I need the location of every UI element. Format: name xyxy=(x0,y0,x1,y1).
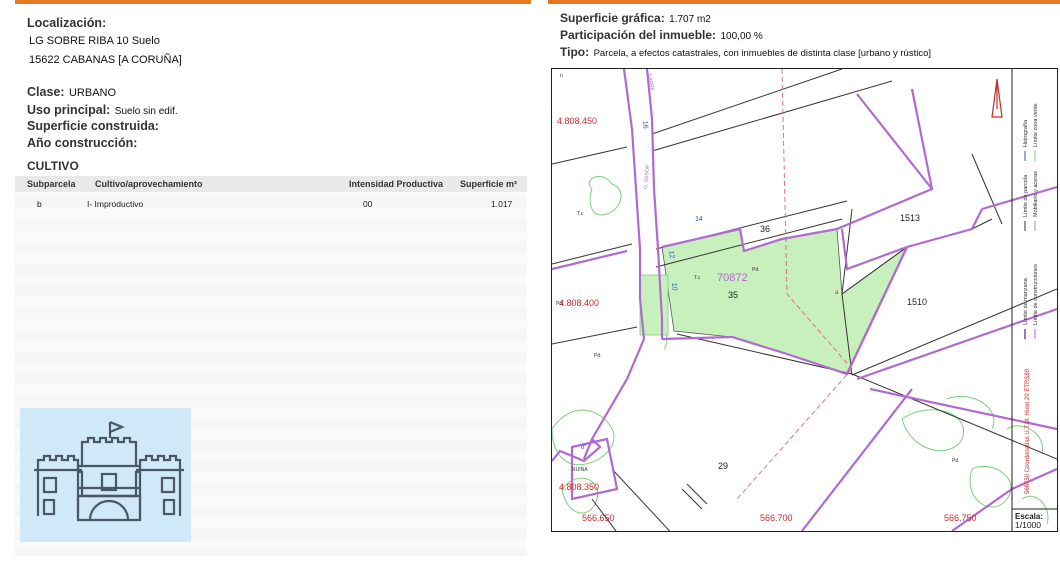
label-12: 12 xyxy=(667,250,675,259)
parcel-small-fill xyxy=(639,274,669,336)
label-pd3: Pd. xyxy=(556,301,564,307)
legend-mobiliario: Mobiliario y aceras xyxy=(1033,171,1039,217)
label-1513: 1513 xyxy=(900,213,920,223)
label-te2: T.c xyxy=(577,211,584,217)
clase-value: URBANO xyxy=(68,87,117,99)
coord-y2: 4.808.400 xyxy=(559,298,599,308)
cadastral-map: 4.808.450 4.808.400 4.808.350 566.650 56… xyxy=(551,68,1058,532)
legend-parcela: Límite de parcela xyxy=(1023,174,1029,217)
label-pd1: Pd. xyxy=(752,267,760,273)
tipo-label: Tipo: xyxy=(560,45,590,59)
legend-zona-verde: Límite zona verde xyxy=(1033,103,1039,147)
coord-x3: 566.750 xyxy=(944,513,977,523)
col-subparcela: Subparcela xyxy=(27,179,76,189)
superficie-grafica-label: Superficie gráfica: xyxy=(560,11,665,25)
uso-label: Uso principal: xyxy=(27,103,111,117)
label-1510: 1510 xyxy=(907,297,927,307)
coord-x1: 566.650 xyxy=(582,513,615,523)
coord-y1: 4.808.450 xyxy=(557,116,597,126)
scale-value: 1/1000 xyxy=(1015,520,1041,530)
col-intensidad: Intensidad Productiva xyxy=(349,179,444,189)
clase-row: Clase: URBANO xyxy=(27,83,116,101)
parcel-number-70872: 70872 xyxy=(717,272,748,284)
participacion-value: 100,00 % xyxy=(720,31,763,42)
cultivo-title: CULTIVO xyxy=(27,159,79,173)
cell-superficie: 1.017 xyxy=(491,199,513,209)
localizacion-label: Localización: xyxy=(27,16,107,30)
col-cultivo: Cultivo/aprovechamiento xyxy=(95,179,203,189)
tipo-value: Parcela, a efectos catastrales, con inmu… xyxy=(593,48,931,59)
label-pd4: Pd. xyxy=(952,458,960,464)
table-header: Subparcela Cultivo/aprovechamiento Inten… xyxy=(15,176,527,192)
legend-construcciones: Límite de construcciones xyxy=(1033,264,1039,325)
label-35: 35 xyxy=(728,290,738,300)
legend-utm: 566750 Coordenadas U.T.M. Huso 29 ETRS89 xyxy=(1025,368,1031,494)
cell-intensidad: 00 xyxy=(363,199,373,209)
coord-y3: 4.808.350 xyxy=(559,482,599,492)
superficie-grafica-value: 1.707 m2 xyxy=(669,14,711,25)
label-ruina: RUINA xyxy=(572,467,588,473)
label-street: O. SRSOP xyxy=(643,164,651,189)
address-line1: LG SOBRE RIBA 10 Suelo xyxy=(29,35,160,47)
label-10: 10 xyxy=(670,283,678,291)
participacion-label: Participación del inmueble: xyxy=(560,28,717,42)
anio-construccion-label: Año construcción: xyxy=(27,136,138,150)
north-arrow-icon xyxy=(991,78,1003,118)
uso-row: Uso principal: Suelo sin edif. xyxy=(27,101,178,119)
clase-label: Clase: xyxy=(27,85,65,99)
cell-subparcela: b xyxy=(37,199,42,209)
legend-hidrografia: Hidrografía xyxy=(1023,119,1029,147)
participacion-row: Participación del inmueble: 100,00 % xyxy=(560,26,763,44)
label-te1: T.c xyxy=(694,275,701,281)
superficie-construida-label: Superficie construida: xyxy=(27,119,159,133)
superficie-grafica-row: Superficie gráfica: 1.707 m2 xyxy=(560,9,711,27)
uso-value: Suelo sin edif. xyxy=(114,106,178,117)
col-superficie: Superficie m² xyxy=(460,179,518,189)
table-row: b I- Improductivo 00 1.017 xyxy=(15,196,527,210)
coord-x2: 566.700 xyxy=(760,513,793,523)
castle-icon xyxy=(20,408,191,542)
label-36: 36 xyxy=(760,224,770,234)
label-16: 16 xyxy=(641,121,649,129)
tipo-row: Tipo: Parcela, a efectos catastrales, co… xyxy=(560,43,931,61)
label-29: 29 xyxy=(718,461,728,471)
label-pd2: Pd. xyxy=(594,353,602,359)
legend-manzana: Límite de manzana xyxy=(1023,277,1029,325)
label-14: 14 xyxy=(695,216,703,223)
label-n: n xyxy=(560,73,563,79)
cell-cultivo: I- Improductivo xyxy=(87,199,144,209)
address-line2: 15622 CABANAS [A CORUÑA] xyxy=(29,54,182,66)
